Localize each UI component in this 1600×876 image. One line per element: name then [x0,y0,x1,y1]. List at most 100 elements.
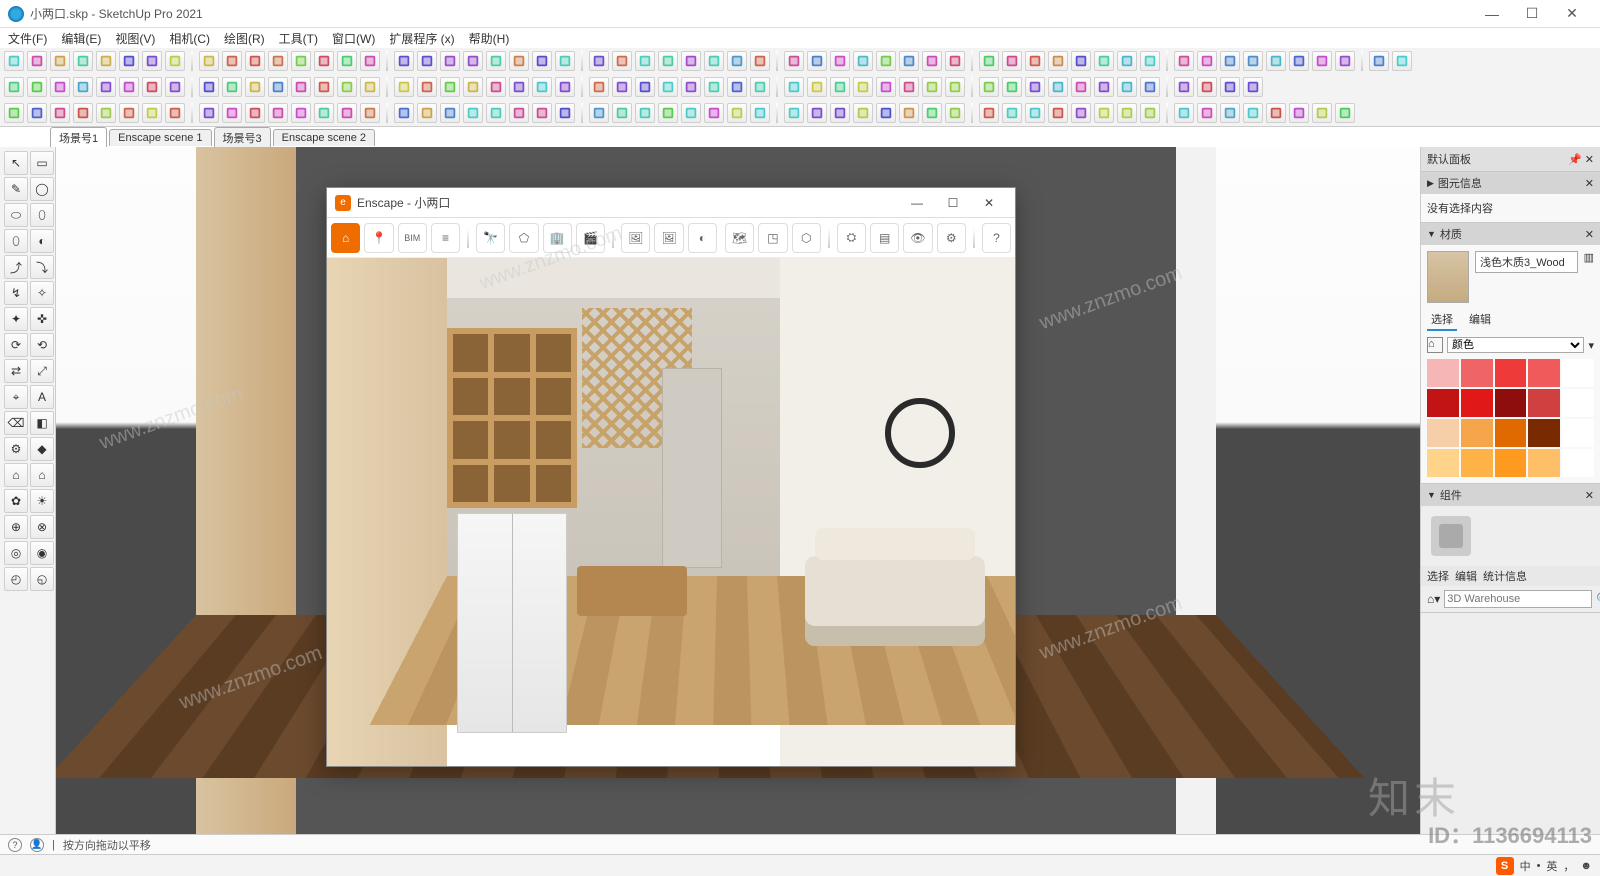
menu-help[interactable]: 帮助(H) [469,30,510,47]
left-tool-7[interactable]: ◐ [30,229,54,253]
toolbar-button-1-4[interactable] [96,77,116,97]
left-tool-20[interactable]: ⌫ [4,411,28,435]
toolbar-button-0-49[interactable] [1197,51,1217,71]
ime-lang-cn[interactable]: 中 [1520,858,1531,874]
toolbar-button-1-22[interactable] [532,77,552,97]
toolbar-button-0-43[interactable] [1048,51,1068,71]
toolbar-button-0-5[interactable] [119,51,139,71]
menu-extensions[interactable]: 扩展程序 (x) [389,30,454,47]
toolbar-button-0-1[interactable] [27,51,47,71]
toolbar-button-2-9[interactable] [222,103,242,123]
left-tool-29[interactable]: ⊗ [30,515,54,539]
warehouse-home-icon[interactable]: ⌂▾ [1427,592,1440,606]
toolbar-button-0-36[interactable] [876,51,896,71]
toolbar-button-0-42[interactable] [1025,51,1045,71]
toolbar-button-1-35[interactable] [853,77,873,97]
toolbar-button-0-52[interactable] [1266,51,1286,71]
toolbar-button-0-37[interactable] [899,51,919,71]
toolbar-button-2-24[interactable] [589,103,609,123]
toolbar-button-2-25[interactable] [612,103,632,123]
toolbar-button-2-15[interactable] [360,103,380,123]
toolbar-button-0-20[interactable] [486,51,506,71]
toolbar-button-1-9[interactable] [222,77,242,97]
toolbar-button-0-40[interactable] [979,51,999,71]
enscape-layers-button[interactable]: ⛭ [837,223,866,253]
color-swatch-19[interactable] [1562,449,1594,477]
toolbar-button-1-17[interactable] [417,77,437,97]
toolbar-button-0-46[interactable] [1117,51,1137,71]
left-tool-18[interactable]: ⌖ [4,385,28,409]
toolbar-button-1-43[interactable] [1048,77,1068,97]
toolbar-button-2-37[interactable] [899,103,919,123]
left-tool-22[interactable]: ⚙ [4,437,28,461]
components-title[interactable]: ▼组件✕ [1421,484,1600,506]
material-create-icon[interactable]: ▥ [1584,251,1594,264]
left-tool-27[interactable]: ☀ [30,489,54,513]
enscape-help-button[interactable]: ? [982,223,1011,253]
left-tool-15[interactable]: ⟲ [30,333,54,357]
material-thumbnail[interactable] [1427,251,1469,303]
close-button[interactable]: ✕ [1552,2,1592,26]
toolbar-button-2-30[interactable] [727,103,747,123]
component-tab-select[interactable]: 选择 [1427,568,1449,584]
toolbar-button-1-19[interactable] [463,77,483,97]
toolbar-button-1-45[interactable] [1094,77,1114,97]
menu-tools[interactable]: 工具(T) [279,30,318,47]
material-tab-edit[interactable]: 编辑 [1465,309,1495,331]
left-tool-28[interactable]: ⊕ [4,515,28,539]
menu-edit[interactable]: 编辑(E) [61,30,101,47]
maximize-button[interactable]: ☐ [1512,2,1552,26]
toolbar-button-2-28[interactable] [681,103,701,123]
minimize-button[interactable]: — [1472,2,1512,26]
toolbar-button-2-45[interactable] [1094,103,1114,123]
enscape-binoculars-button[interactable]: 🔭 [476,223,505,253]
toolbar-button-2-47[interactable] [1140,103,1160,123]
toolbar-button-2-10[interactable] [245,103,265,123]
toolbar-button-1-32[interactable] [784,77,804,97]
toolbar-button-0-28[interactable] [681,51,701,71]
toolbar-button-0-12[interactable] [291,51,311,71]
color-swatch-2[interactable] [1495,359,1527,387]
color-swatch-8[interactable] [1528,389,1560,417]
toolbar-button-2-38[interactable] [922,103,942,123]
toolbar-button-2-32[interactable] [784,103,804,123]
toolbar-button-1-51[interactable] [1243,77,1263,97]
toolbar-button-0-30[interactable] [727,51,747,71]
tray-header[interactable]: 默认面板 📌 ✕ [1421,147,1600,172]
toolbar-button-1-29[interactable] [704,77,724,97]
toolbar-button-2-29[interactable] [704,103,724,123]
left-tool-25[interactable]: ⌂ [30,463,54,487]
toolbar-button-0-55[interactable] [1335,51,1355,71]
color-swatch-14[interactable] [1562,419,1594,447]
warehouse-search-icon[interactable]: 🔍 [1596,592,1600,606]
left-tool-6[interactable]: ⬯ [4,229,28,253]
menu-view[interactable]: 视图(V) [115,30,155,47]
color-swatch-17[interactable] [1495,449,1527,477]
toolbar-button-0-51[interactable] [1243,51,1263,71]
toolbar-button-0-18[interactable] [440,51,460,71]
toolbar-button-2-0[interactable] [4,103,24,123]
toolbar-button-1-10[interactable] [245,77,265,97]
left-tool-32[interactable]: ◴ [4,567,28,591]
toolbar-button-1-7[interactable] [165,77,185,97]
toolbar-button-1-15[interactable] [360,77,380,97]
left-tool-4[interactable]: ⬭ [4,203,28,227]
status-user-icon[interactable]: 👤 [30,838,44,852]
enscape-clapper-button[interactable]: 🎬 [576,223,605,253]
toolbar-button-1-16[interactable] [394,77,414,97]
color-swatch-6[interactable] [1461,389,1493,417]
left-tool-0[interactable]: ↖ [4,151,28,175]
ime-emoji-icon[interactable]: ☻ [1580,860,1592,872]
material-tab-select[interactable]: 选择 [1427,309,1457,331]
toolbar-button-1-48[interactable] [1174,77,1194,97]
tray-pin-icon[interactable]: 📌 ✕ [1568,153,1594,166]
color-swatch-13[interactable] [1528,419,1560,447]
left-tool-21[interactable]: ◧ [30,411,54,435]
enscape-eye-button[interactable]: 👁 [903,223,932,253]
color-swatch-3[interactable] [1528,359,1560,387]
left-tool-33[interactable]: ◵ [30,567,54,591]
left-tool-16[interactable]: ⇄ [4,359,28,383]
toolbar-button-2-40[interactable] [979,103,999,123]
enscape-box-button[interactable]: ⬡ [792,223,821,253]
toolbar-button-0-25[interactable] [612,51,632,71]
